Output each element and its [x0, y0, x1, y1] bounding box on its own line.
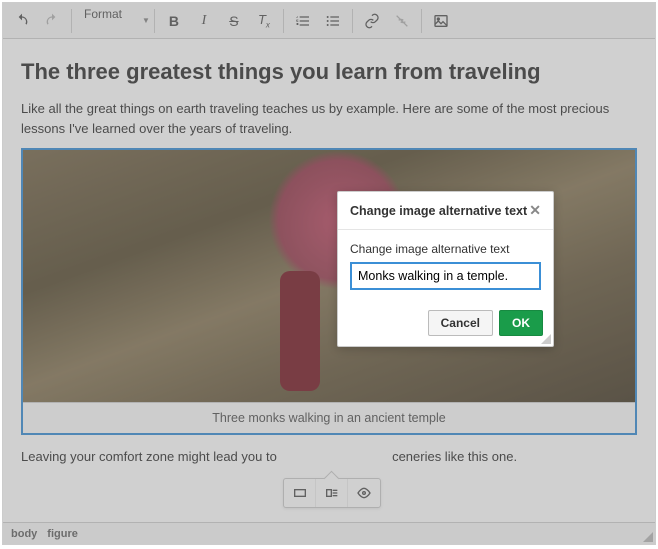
dialog-header: Change image alternative text ✕: [338, 192, 553, 230]
dialog-resize-handle-icon[interactable]: [541, 334, 551, 344]
cancel-button[interactable]: Cancel: [428, 310, 493, 336]
close-icon[interactable]: ✕: [529, 202, 541, 219]
alt-text-dialog: Change image alternative text ✕ Change i…: [337, 191, 554, 347]
ok-button[interactable]: OK: [499, 310, 543, 336]
modal-overlay: [3, 3, 655, 544]
dialog-title: Change image alternative text: [350, 204, 527, 218]
editor-container: Format ▼ B I S Tx The three greatest thi…: [2, 2, 656, 545]
alt-text-label: Change image alternative text: [350, 242, 541, 256]
dialog-body: Change image alternative text: [338, 230, 553, 302]
dialog-footer: Cancel OK: [338, 302, 553, 346]
alt-text-input[interactable]: [350, 262, 541, 290]
